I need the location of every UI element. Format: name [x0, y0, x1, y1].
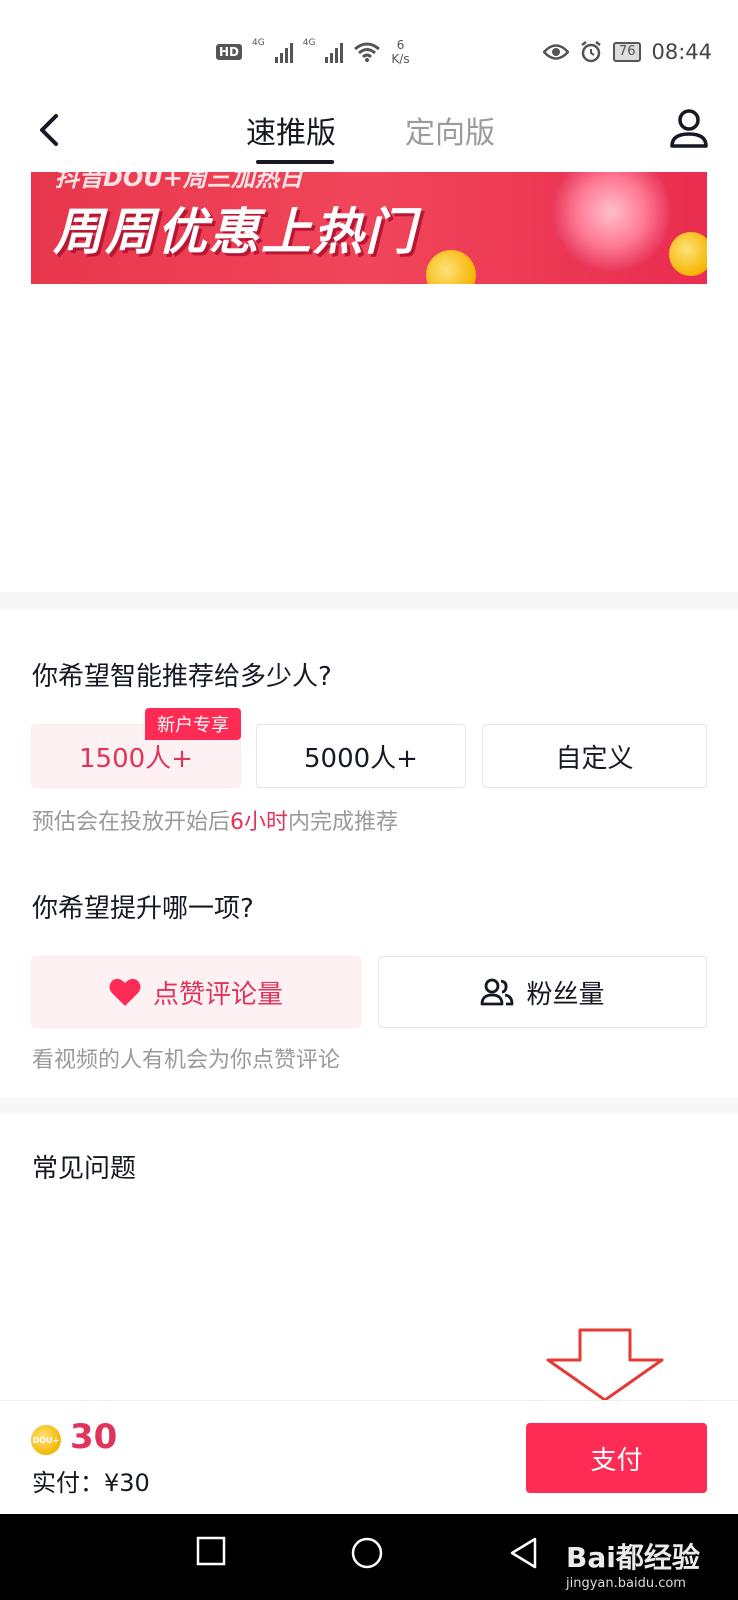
hint-text: 预估会在投放开始后	[32, 810, 231, 835]
status-right: 76 08:44	[542, 40, 712, 64]
alarm-icon	[581, 41, 601, 63]
option-label: 5000人+	[304, 743, 418, 774]
home-icon[interactable]	[350, 1536, 384, 1570]
back-arrow-icon[interactable]	[32, 110, 72, 150]
network-speed: 6 K/s	[391, 38, 409, 66]
audience-hint: 预估会在投放开始后6小时内完成推荐	[32, 804, 398, 836]
heart-icon	[109, 978, 141, 1006]
section-divider	[0, 592, 738, 610]
watermark-url: jingyan.baidu.com	[566, 1576, 686, 1591]
banner-headline: 周周优惠上热门	[53, 203, 417, 261]
user-profile-icon[interactable]	[668, 106, 710, 152]
down-arrow-annotation-icon	[546, 1328, 664, 1402]
coin-label: DOU+	[32, 1435, 60, 1445]
users-icon	[481, 978, 514, 1006]
hint-text: 内完成推荐	[288, 810, 399, 835]
coin-graphic	[669, 232, 707, 276]
active-tab-indicator	[256, 160, 334, 164]
payment-bar: DOU+ 30 实付：¥30 支付	[0, 1400, 738, 1514]
status-left: HD 4G 4G 6 K/s	[216, 38, 410, 66]
goal-option-followers[interactable]: 粉丝量	[378, 956, 707, 1028]
signal-icon-1	[274, 41, 293, 63]
audience-question: 你希望智能推荐给多少人?	[32, 662, 332, 692]
faq-title: 常见问题	[32, 1154, 137, 1184]
goal-question: 你希望提升哪一项?	[32, 894, 254, 924]
signal-icon-2	[325, 41, 344, 63]
wifi-icon	[354, 42, 381, 62]
goal-option-likes-comments[interactable]: 点赞评论量	[31, 956, 361, 1028]
goal-hint: 看视频的人有机会为你点赞评论	[32, 1048, 341, 1073]
recent-apps-icon[interactable]	[196, 1536, 226, 1566]
clock: 08:44	[651, 40, 712, 64]
battery-icon: 76	[612, 42, 642, 62]
option-label: 粉丝量	[526, 979, 605, 1010]
option-label: 1500人+	[79, 743, 193, 774]
hd-icon: HD	[216, 44, 243, 60]
promo-banner[interactable]: 抖音DOU+周三加热日 周周优惠上热门	[31, 172, 707, 284]
speed-value: 6	[396, 38, 405, 52]
douyin-logo-graphic	[551, 172, 671, 272]
coin-amount: 30	[70, 1417, 118, 1457]
network-type-1: 4G	[252, 38, 265, 48]
audience-option-5000[interactable]: 5000人+	[256, 724, 466, 788]
network-type-2: 4G	[302, 38, 316, 48]
banner-top-text: 抖音DOU+周三加热日	[55, 172, 303, 192]
tab-speed-version[interactable]: 速推版	[246, 108, 336, 152]
option-label: 自定义	[555, 743, 634, 774]
eye-icon	[542, 44, 569, 60]
new-user-badge: 新户专享	[145, 708, 241, 740]
system-navigation-bar: Bai都经验 jingyan.baidu.com	[0, 1514, 738, 1600]
option-label: 点赞评论量	[152, 979, 283, 1010]
tab-targeted-version[interactable]: 定向版	[405, 108, 495, 152]
back-icon[interactable]	[508, 1536, 538, 1570]
speed-unit: K/s	[391, 52, 410, 66]
audience-option-custom[interactable]: 自定义	[482, 724, 707, 788]
baidu-watermark: Bai都经验	[566, 1541, 700, 1574]
dou-coin-icon: DOU+	[31, 1425, 61, 1455]
hint-highlight: 6小时	[230, 810, 289, 835]
actual-payment: 实付：¥30	[32, 1469, 150, 1497]
top-nav: 速推版 定向版	[0, 100, 738, 172]
coin-graphic	[426, 250, 476, 284]
status-bar: HD 4G 4G 6 K/s 76 08:44	[0, 0, 738, 100]
pay-button[interactable]: 支付	[526, 1423, 707, 1493]
section-divider	[0, 1098, 738, 1114]
